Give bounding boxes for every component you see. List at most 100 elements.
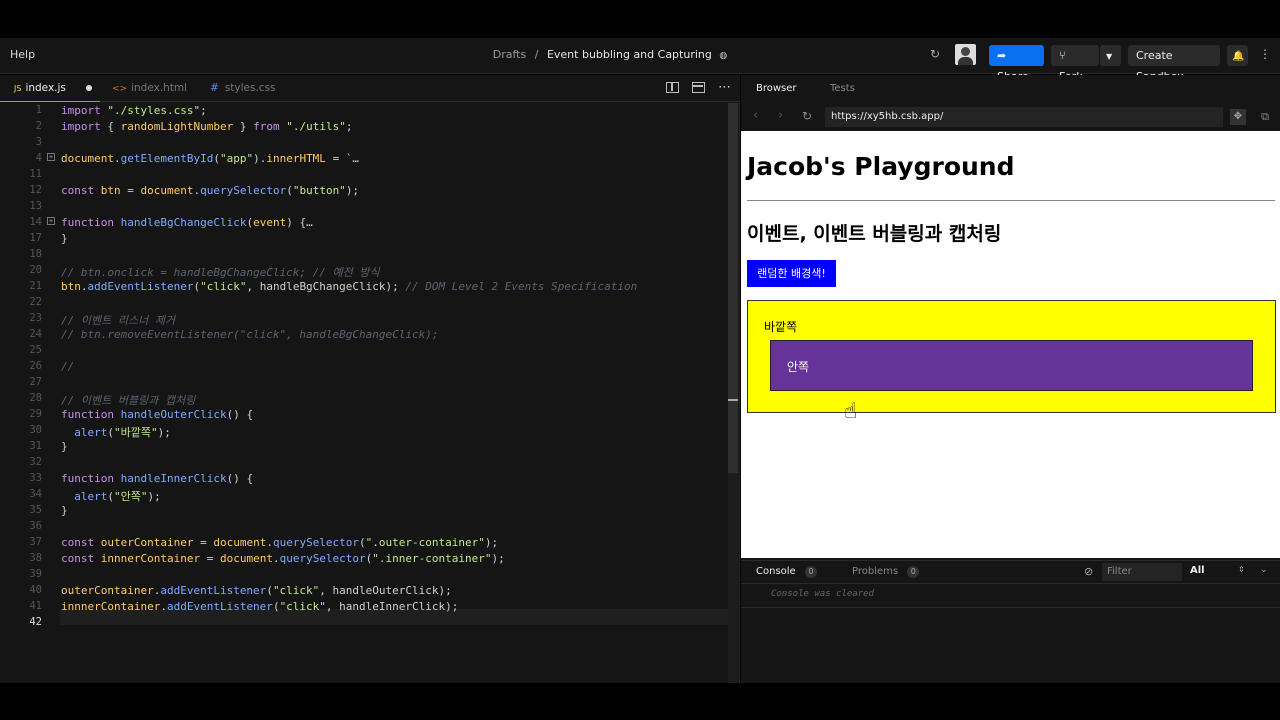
code-line[interactable]: } <box>61 504 68 517</box>
line-number: 39 <box>29 568 42 580</box>
line-number: 20 <box>29 264 42 276</box>
refresh-icon[interactable]: ↻ <box>930 47 940 61</box>
editor-tabs: JS index.js <> index.html # styles.css ⋯ <box>0 75 740 102</box>
fork-dropdown-button[interactable]: ▼ <box>1100 45 1121 66</box>
line-number: 37 <box>29 536 42 548</box>
console-count-badge: 0 <box>804 566 817 578</box>
hand-cursor-icon: ☝ <box>844 399 858 424</box>
console-divider <box>741 583 1280 584</box>
notifications-button[interactable]: 🔔 <box>1227 45 1248 66</box>
line-number: 21 <box>29 280 42 292</box>
reload-icon[interactable]: ↻ <box>802 109 812 123</box>
outer-container[interactable]: 바깥쪽 안쪽 <box>747 300 1276 413</box>
fold-icon[interactable]: + <box>47 217 55 225</box>
log-level-select[interactable]: All <box>1190 565 1205 576</box>
section-heading: 이벤트, 이벤트 버블링과 캡처링 <box>747 223 1002 245</box>
random-bg-button[interactable]: 랜덤한 배경색! <box>747 260 836 287</box>
line-number: 13 <box>29 200 42 212</box>
open-new-window-icon[interactable]: ⧉ <box>1257 109 1273 125</box>
avatar[interactable] <box>955 44 976 65</box>
line-number: 28 <box>29 392 42 404</box>
more-menu-icon[interactable]: ⋮ <box>1259 47 1271 61</box>
tab-styles-css[interactable]: # styles.css <box>196 75 286 102</box>
split-view-icon[interactable] <box>666 82 679 93</box>
share-button[interactable]: ➦ Share <box>989 45 1044 83</box>
bell-icon: 🔔 <box>1232 51 1245 62</box>
code-line[interactable]: alert("바깥쪽"); <box>61 424 171 440</box>
tab-tests[interactable]: Tests <box>830 83 855 94</box>
code-line[interactable]: const btn = document.querySelector("butt… <box>61 184 359 197</box>
browser-preview: Jacob's Playground 이벤트, 이벤트 버블링과 캡처링 랜덤한… <box>741 131 1280 558</box>
create-sandbox-button[interactable]: Create Sandbox <box>1128 45 1220 83</box>
line-number: 30 <box>29 424 42 436</box>
tab-index-js[interactable]: JS index.js <box>0 75 100 102</box>
code-line[interactable]: // btn.removeEventListener("click", hand… <box>61 328 439 341</box>
line-number: 11 <box>29 168 42 180</box>
log-level-arrows-icon[interactable]: ⇕ <box>1238 565 1245 574</box>
unsaved-dot-icon <box>86 85 92 91</box>
line-number: 41 <box>29 600 42 612</box>
code-line[interactable]: btn.addEventListener("click", handleBgCh… <box>61 280 637 293</box>
line-number: 40 <box>29 584 42 596</box>
preview-layout-icon[interactable] <box>692 82 705 93</box>
code-line[interactable]: // 이벤트 버블링과 캡처링 <box>61 392 195 408</box>
line-number: 32 <box>29 456 42 468</box>
line-number: 38 <box>29 552 42 564</box>
tab-console[interactable]: Console 0 <box>756 566 817 578</box>
breadcrumb-separator: / <box>534 48 539 61</box>
share-icon: ➦ <box>997 49 1007 62</box>
line-number: 4 <box>35 152 42 164</box>
line-number: 1 <box>35 104 42 116</box>
line-number: 17 <box>29 232 42 244</box>
line-number: 2 <box>35 120 42 132</box>
line-number: 29 <box>29 408 42 420</box>
breadcrumb-drafts[interactable]: Drafts <box>493 48 526 61</box>
url-input[interactable]: https://xy5hb.csb.app/ <box>825 107 1223 127</box>
css-file-icon: # <box>210 82 219 94</box>
editor-scrollbar[interactable] <box>728 103 738 683</box>
forward-icon[interactable]: › <box>778 108 783 123</box>
code-area[interactable]: 1 import "./styles.css"; 2 import { randomL… <box>0 103 738 683</box>
devtools-icon[interactable]: ✥ <box>1230 109 1246 125</box>
code-line[interactable]: function handleOuterClick() { <box>61 408 253 421</box>
back-icon[interactable]: ‹ <box>753 108 758 123</box>
line-number: 34 <box>29 488 42 500</box>
line-number: 24 <box>29 328 42 340</box>
code-line[interactable]: const innnerContainer = document.querySe… <box>61 552 505 565</box>
inner-container[interactable]: 안쪽 <box>770 340 1253 391</box>
code-line[interactable]: // <box>61 360 74 373</box>
line-number: 31 <box>29 440 42 452</box>
fold-icon[interactable]: + <box>47 153 55 161</box>
fork-icon: ⑂ <box>1059 49 1066 62</box>
line-number: 14 <box>29 216 42 228</box>
code-line[interactable]: } <box>61 440 68 453</box>
code-line[interactable]: function handleBgChangeClick(event) {… <box>61 216 313 229</box>
tab-browser[interactable]: Browser <box>756 83 797 94</box>
line-number: 3 <box>35 136 42 148</box>
console-cleared-message: Console was cleared <box>771 589 874 599</box>
code-line[interactable]: // btn.onclick = handleBgChangeClick; //… <box>61 264 380 280</box>
code-line[interactable]: function handleInnerClick() { <box>61 472 253 485</box>
more-options-icon[interactable]: ⋯ <box>718 80 731 95</box>
code-line[interactable]: import { randomLightNumber } from "./uti… <box>61 120 352 133</box>
code-line[interactable]: alert("안쪽"); <box>61 488 161 504</box>
code-line[interactable]: outerContainer.addEventListener("click",… <box>61 584 452 597</box>
code-line[interactable]: document.getElementById("app").innerHTML… <box>61 152 359 165</box>
code-editor: JS index.js <> index.html # styles.css ⋯ 1 i… <box>0 75 740 683</box>
code-line[interactable]: innnerContainer.addEventListener("click"… <box>61 600 458 613</box>
sandbox-title[interactable]: Event bubbling and Capturing <box>547 48 712 61</box>
chevron-down-icon[interactable]: ⌄ <box>1260 565 1268 575</box>
code-line[interactable]: // 이벤트 리스너 제거 <box>61 312 175 328</box>
tab-index-html[interactable]: <> index.html <box>98 75 193 102</box>
outer-label: 바깥쪽 <box>764 320 798 334</box>
fork-button[interactable]: ⑂ Fork <box>1051 45 1099 83</box>
code-line[interactable]: } <box>61 232 68 245</box>
code-line[interactable]: const outerContainer = document.querySel… <box>61 536 498 549</box>
problems-count-badge: 0 <box>907 566 920 578</box>
clear-console-icon[interactable]: ⊘ <box>1084 565 1093 578</box>
filter-input[interactable]: Filter <box>1102 563 1182 581</box>
tab-problems[interactable]: Problems 0 <box>852 566 920 578</box>
code-line[interactable]: import "./styles.css"; <box>61 104 207 117</box>
chevron-down-icon: ▼ <box>1106 52 1113 61</box>
line-number: 42 <box>29 616 42 628</box>
